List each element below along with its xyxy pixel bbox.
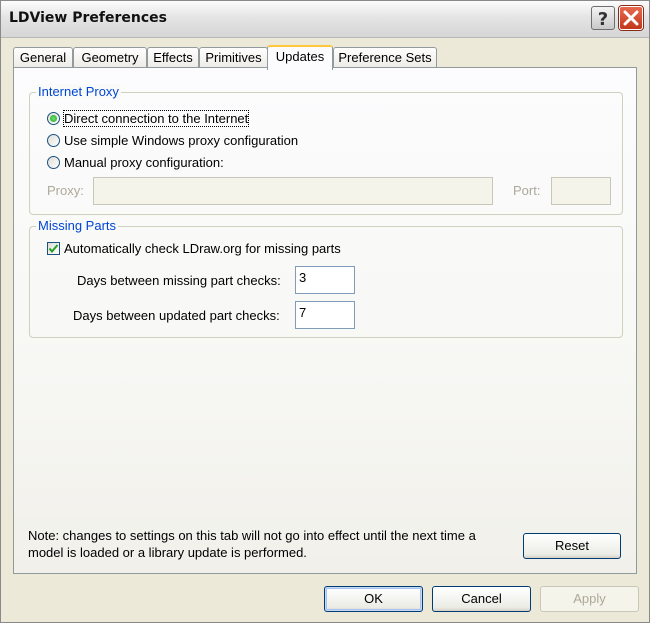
note-line-2: model is loaded or a library update is p…	[28, 545, 307, 560]
checkmark-icon	[48, 244, 59, 254]
manual-proxy-radio[interactable]: Manual proxy configuration:	[47, 155, 224, 170]
direct-connection-label: Direct connection to the Internet	[62, 110, 250, 127]
tab-geometry[interactable]: Geometry	[73, 47, 147, 68]
preferences-window: LDView Preferences ? General Geometry Ef…	[0, 0, 650, 623]
updates-tab-panel: Internet Proxy Direct connection to the …	[13, 67, 637, 574]
radio-selected-icon	[47, 112, 60, 125]
missing-days-input[interactable]: 3	[295, 266, 355, 294]
manual-proxy-label: Manual proxy configuration:	[64, 155, 224, 170]
cancel-button[interactable]: Cancel	[432, 586, 531, 612]
checkbox-checked	[47, 242, 60, 255]
dialog-client-area: General Geometry Effects Primitives Upda…	[1, 38, 649, 622]
tab-effects[interactable]: Effects	[147, 47, 199, 68]
help-button[interactable]: ?	[591, 6, 615, 30]
note-line-1: Note: changes to settings on this tab wi…	[28, 528, 476, 543]
auto-check-checkbox[interactable]: Automatically check LDraw.org for missin…	[47, 241, 341, 256]
window-title: LDView Preferences	[9, 10, 167, 26]
port-input[interactable]	[551, 177, 611, 205]
proxy-label: Proxy:	[47, 183, 84, 198]
windows-proxy-label: Use simple Windows proxy configuration	[64, 133, 299, 148]
direct-connection-radio[interactable]: Direct connection to the Internet	[47, 110, 250, 127]
question-mark-icon: ?	[598, 9, 608, 29]
title-bar[interactable]: LDView Preferences ?	[1, 1, 649, 38]
tab-preference-sets[interactable]: Preference Sets	[333, 47, 437, 68]
updated-days-input[interactable]: 7	[295, 301, 355, 329]
ok-button[interactable]: OK	[324, 586, 423, 612]
note-text: Note: changes to settings on this tab wi…	[28, 527, 476, 561]
missing-parts-group: Missing Parts Automatically check LDraw.…	[29, 218, 623, 338]
svg-text:?: ?	[598, 9, 608, 29]
tab-primitives[interactable]: Primitives	[199, 47, 268, 68]
port-label: Port:	[513, 183, 541, 198]
missing-parts-legend: Missing Parts	[36, 218, 119, 233]
close-button[interactable]	[619, 6, 643, 30]
auto-check-label: Automatically check LDraw.org for missin…	[64, 241, 341, 256]
internet-proxy-legend: Internet Proxy	[36, 84, 121, 99]
missing-days-label: Days between missing part checks:	[77, 273, 281, 288]
tab-general[interactable]: General	[13, 47, 73, 68]
windows-proxy-radio[interactable]: Use simple Windows proxy configuration	[47, 133, 298, 148]
radio-unselected-icon	[47, 156, 60, 169]
reset-button[interactable]: Reset	[523, 533, 621, 559]
proxy-input[interactable]	[93, 177, 493, 205]
close-x-icon	[623, 10, 639, 26]
apply-button[interactable]: Apply	[540, 586, 639, 612]
internet-proxy-group: Internet Proxy Direct connection to the …	[29, 84, 623, 215]
radio-unselected-icon	[47, 134, 60, 147]
updated-days-label: Days between updated part checks:	[73, 308, 280, 323]
tab-updates[interactable]: Updates	[267, 45, 333, 70]
